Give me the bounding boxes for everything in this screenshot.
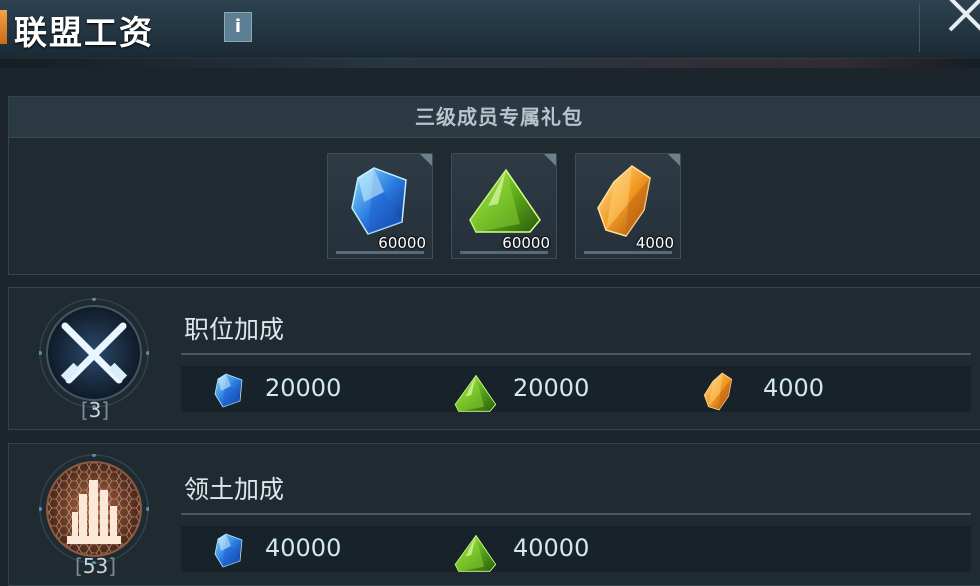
- green-gem-icon: [454, 535, 497, 572]
- position-reward-row: 20000 20000 4000: [181, 366, 971, 412]
- territory-bonus-panel: [53] 领土加成 40000 40000: [8, 443, 980, 586]
- close-icon[interactable]: [938, 0, 980, 44]
- gift-item-count: 60000: [502, 234, 550, 252]
- reward-value: 40000: [513, 534, 590, 562]
- green-gem-icon: [469, 169, 541, 233]
- item-corner: [668, 154, 680, 166]
- territory-bonus-title: 领土加成: [184, 475, 285, 504]
- reward-value: 20000: [513, 374, 590, 402]
- green-gem-icon: [454, 375, 497, 412]
- gift-item-gold-crystal[interactable]: 4000: [575, 153, 681, 259]
- territory-level: [53]: [75, 554, 117, 578]
- page-title: 联盟工资: [14, 13, 154, 52]
- gift-item-count: 60000: [378, 234, 426, 252]
- bonus-divider: [181, 513, 971, 515]
- reward-value: 4000: [763, 374, 825, 402]
- territory-level-value: 53: [82, 554, 109, 578]
- position-level: [3]: [80, 398, 110, 422]
- blue-crystal-icon: [351, 167, 407, 235]
- header-divider: [919, 4, 920, 52]
- reward-value: 20000: [265, 374, 342, 402]
- blue-crystal-icon: [214, 373, 243, 408]
- position-bonus-title: 职位加成: [184, 315, 285, 344]
- gold-crystal-icon: [597, 165, 651, 237]
- gift-title: 三级成员专属礼包: [9, 97, 980, 138]
- position-level-value: 3: [88, 398, 102, 422]
- gift-item-blue-crystal[interactable]: 60000: [327, 153, 433, 259]
- blue-crystal-icon: [214, 533, 243, 568]
- bonus-divider: [181, 353, 971, 355]
- domed-city-icon: [39, 454, 149, 564]
- title-accent: [0, 10, 7, 44]
- header-bar: 联盟工资 i: [0, 0, 980, 59]
- item-corner: [420, 154, 432, 166]
- info-icon[interactable]: i: [224, 12, 252, 42]
- reward-value: 40000: [265, 534, 342, 562]
- gift-panel: 三级成员专属礼包 60000 60000 4000: [8, 96, 980, 275]
- item-corner: [544, 154, 556, 166]
- territory-reward-row: 40000 40000: [181, 526, 971, 572]
- header-shadow: [0, 58, 980, 68]
- gift-item-count: 4000: [635, 234, 674, 252]
- position-bonus-panel: [3] 职位加成 20000 20000 4000: [8, 287, 980, 430]
- gift-item-green-gem[interactable]: 60000: [451, 153, 557, 259]
- gold-crystal-icon: [703, 372, 733, 411]
- crossed-guns-icon: [39, 298, 149, 408]
